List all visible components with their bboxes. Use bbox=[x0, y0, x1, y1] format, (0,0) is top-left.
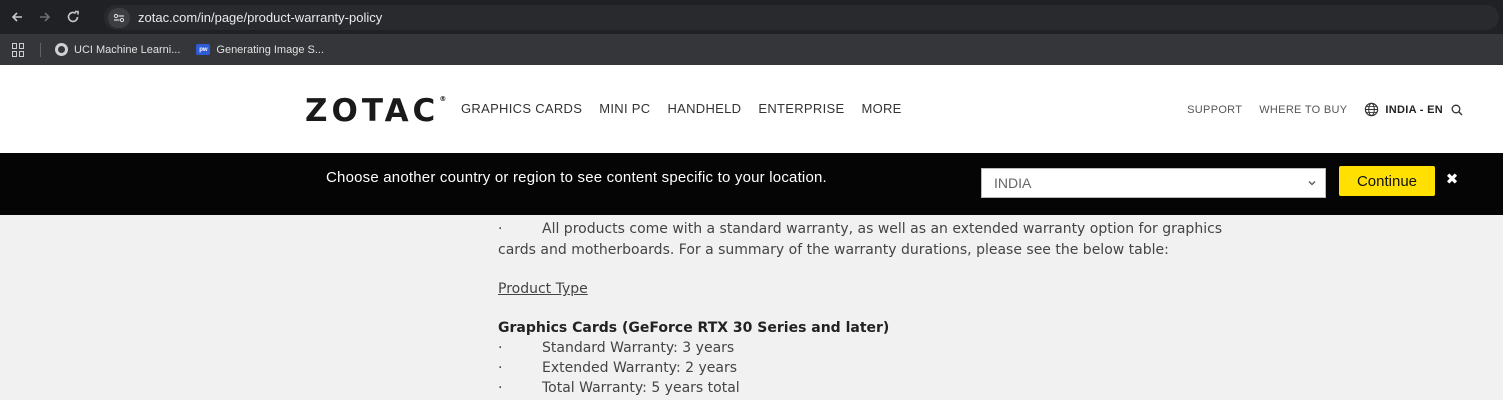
continue-button[interactable]: Continue bbox=[1339, 166, 1435, 196]
registered-mark: ® bbox=[439, 95, 447, 103]
nav-mini-pc[interactable]: MINI PC bbox=[599, 101, 650, 116]
url-text[interactable]: zotac.com/in/page/product-warranty-polic… bbox=[138, 10, 382, 25]
address-bar[interactable]: zotac.com/in/page/product-warranty-polic… bbox=[104, 5, 1499, 30]
browser-toolbar: zotac.com/in/page/product-warranty-polic… bbox=[0, 0, 1503, 34]
site-header: ZOTAC® GRAPHICS CARDS MINI PC HANDHELD E… bbox=[0, 65, 1503, 153]
bookmark-uci[interactable]: UCI Machine Learni... bbox=[55, 43, 180, 56]
main-navigation: GRAPHICS CARDS MINI PC HANDHELD ENTERPRI… bbox=[461, 101, 919, 116]
nav-enterprise[interactable]: ENTERPRISE bbox=[758, 101, 844, 116]
region-message: Choose another country or region to see … bbox=[326, 169, 827, 186]
bullet: · bbox=[498, 360, 503, 376]
nav-more[interactable]: MORE bbox=[861, 101, 901, 116]
category-title: Graphics Cards (GeForce RTX 30 Series an… bbox=[498, 320, 890, 336]
bookmark-label: Generating Image S... bbox=[216, 43, 325, 56]
chevron-down-icon bbox=[1308, 181, 1316, 186]
paperswithcode-favicon-icon: pw bbox=[196, 44, 211, 55]
globe-favicon-icon bbox=[55, 43, 68, 56]
support-link[interactable]: SUPPORT bbox=[1187, 104, 1242, 116]
selected-country: INDIA bbox=[994, 175, 1032, 191]
bullet: · bbox=[498, 221, 503, 237]
close-icon[interactable]: ✖ bbox=[1445, 172, 1459, 188]
list-item-text: Extended Warranty: 2 years bbox=[542, 360, 737, 376]
bullet: · bbox=[498, 340, 503, 356]
bookmark-label: UCI Machine Learni... bbox=[74, 43, 181, 56]
forward-arrow-icon[interactable] bbox=[34, 6, 56, 28]
nav-handheld[interactable]: HANDHELD bbox=[667, 101, 741, 116]
reload-icon[interactable] bbox=[62, 6, 84, 28]
zotac-logo[interactable]: ZOTAC® bbox=[305, 93, 446, 129]
bookmarks-divider bbox=[40, 42, 41, 57]
list-item: · Standard Warranty: 3 years bbox=[498, 340, 734, 356]
nav-graphics-cards[interactable]: GRAPHICS CARDS bbox=[461, 101, 582, 116]
apps-grid-icon[interactable] bbox=[12, 42, 26, 57]
bookmark-generating-image[interactable]: pw Generating Image S... bbox=[196, 44, 324, 56]
country-select[interactable]: INDIA bbox=[981, 168, 1326, 198]
logo-text: ZOTAC bbox=[305, 93, 440, 129]
list-item-text: Total Warranty: 5 years total bbox=[542, 380, 740, 396]
paragraph-line: · All products come with a standard warra… bbox=[498, 221, 1222, 237]
product-type-heading: Product Type bbox=[498, 281, 588, 297]
bullet: · bbox=[498, 380, 503, 396]
paragraph-text: cards and motherboards. For a summary of… bbox=[498, 242, 1169, 258]
globe-icon[interactable] bbox=[1364, 102, 1379, 117]
list-item-text: Standard Warranty: 3 years bbox=[542, 340, 735, 356]
list-item: · Total Warranty: 5 years total bbox=[498, 380, 740, 396]
site-settings-icon[interactable] bbox=[108, 7, 130, 28]
where-to-buy-link[interactable]: WHERE TO BUY bbox=[1259, 104, 1347, 116]
region-selector[interactable]: INDIA - EN bbox=[1385, 104, 1443, 116]
region-banner: Choose another country or region to see … bbox=[0, 153, 1503, 215]
list-item: · Extended Warranty: 2 years bbox=[498, 360, 737, 376]
search-icon[interactable] bbox=[1451, 104, 1463, 116]
bookmarks-bar: UCI Machine Learni... pw Generating Imag… bbox=[0, 34, 1503, 65]
utility-navigation: SUPPORT WHERE TO BUY INDIA - EN bbox=[1187, 102, 1463, 117]
paragraph-text: All products come with a standard warran… bbox=[542, 221, 1223, 237]
back-arrow-icon[interactable] bbox=[6, 6, 28, 28]
